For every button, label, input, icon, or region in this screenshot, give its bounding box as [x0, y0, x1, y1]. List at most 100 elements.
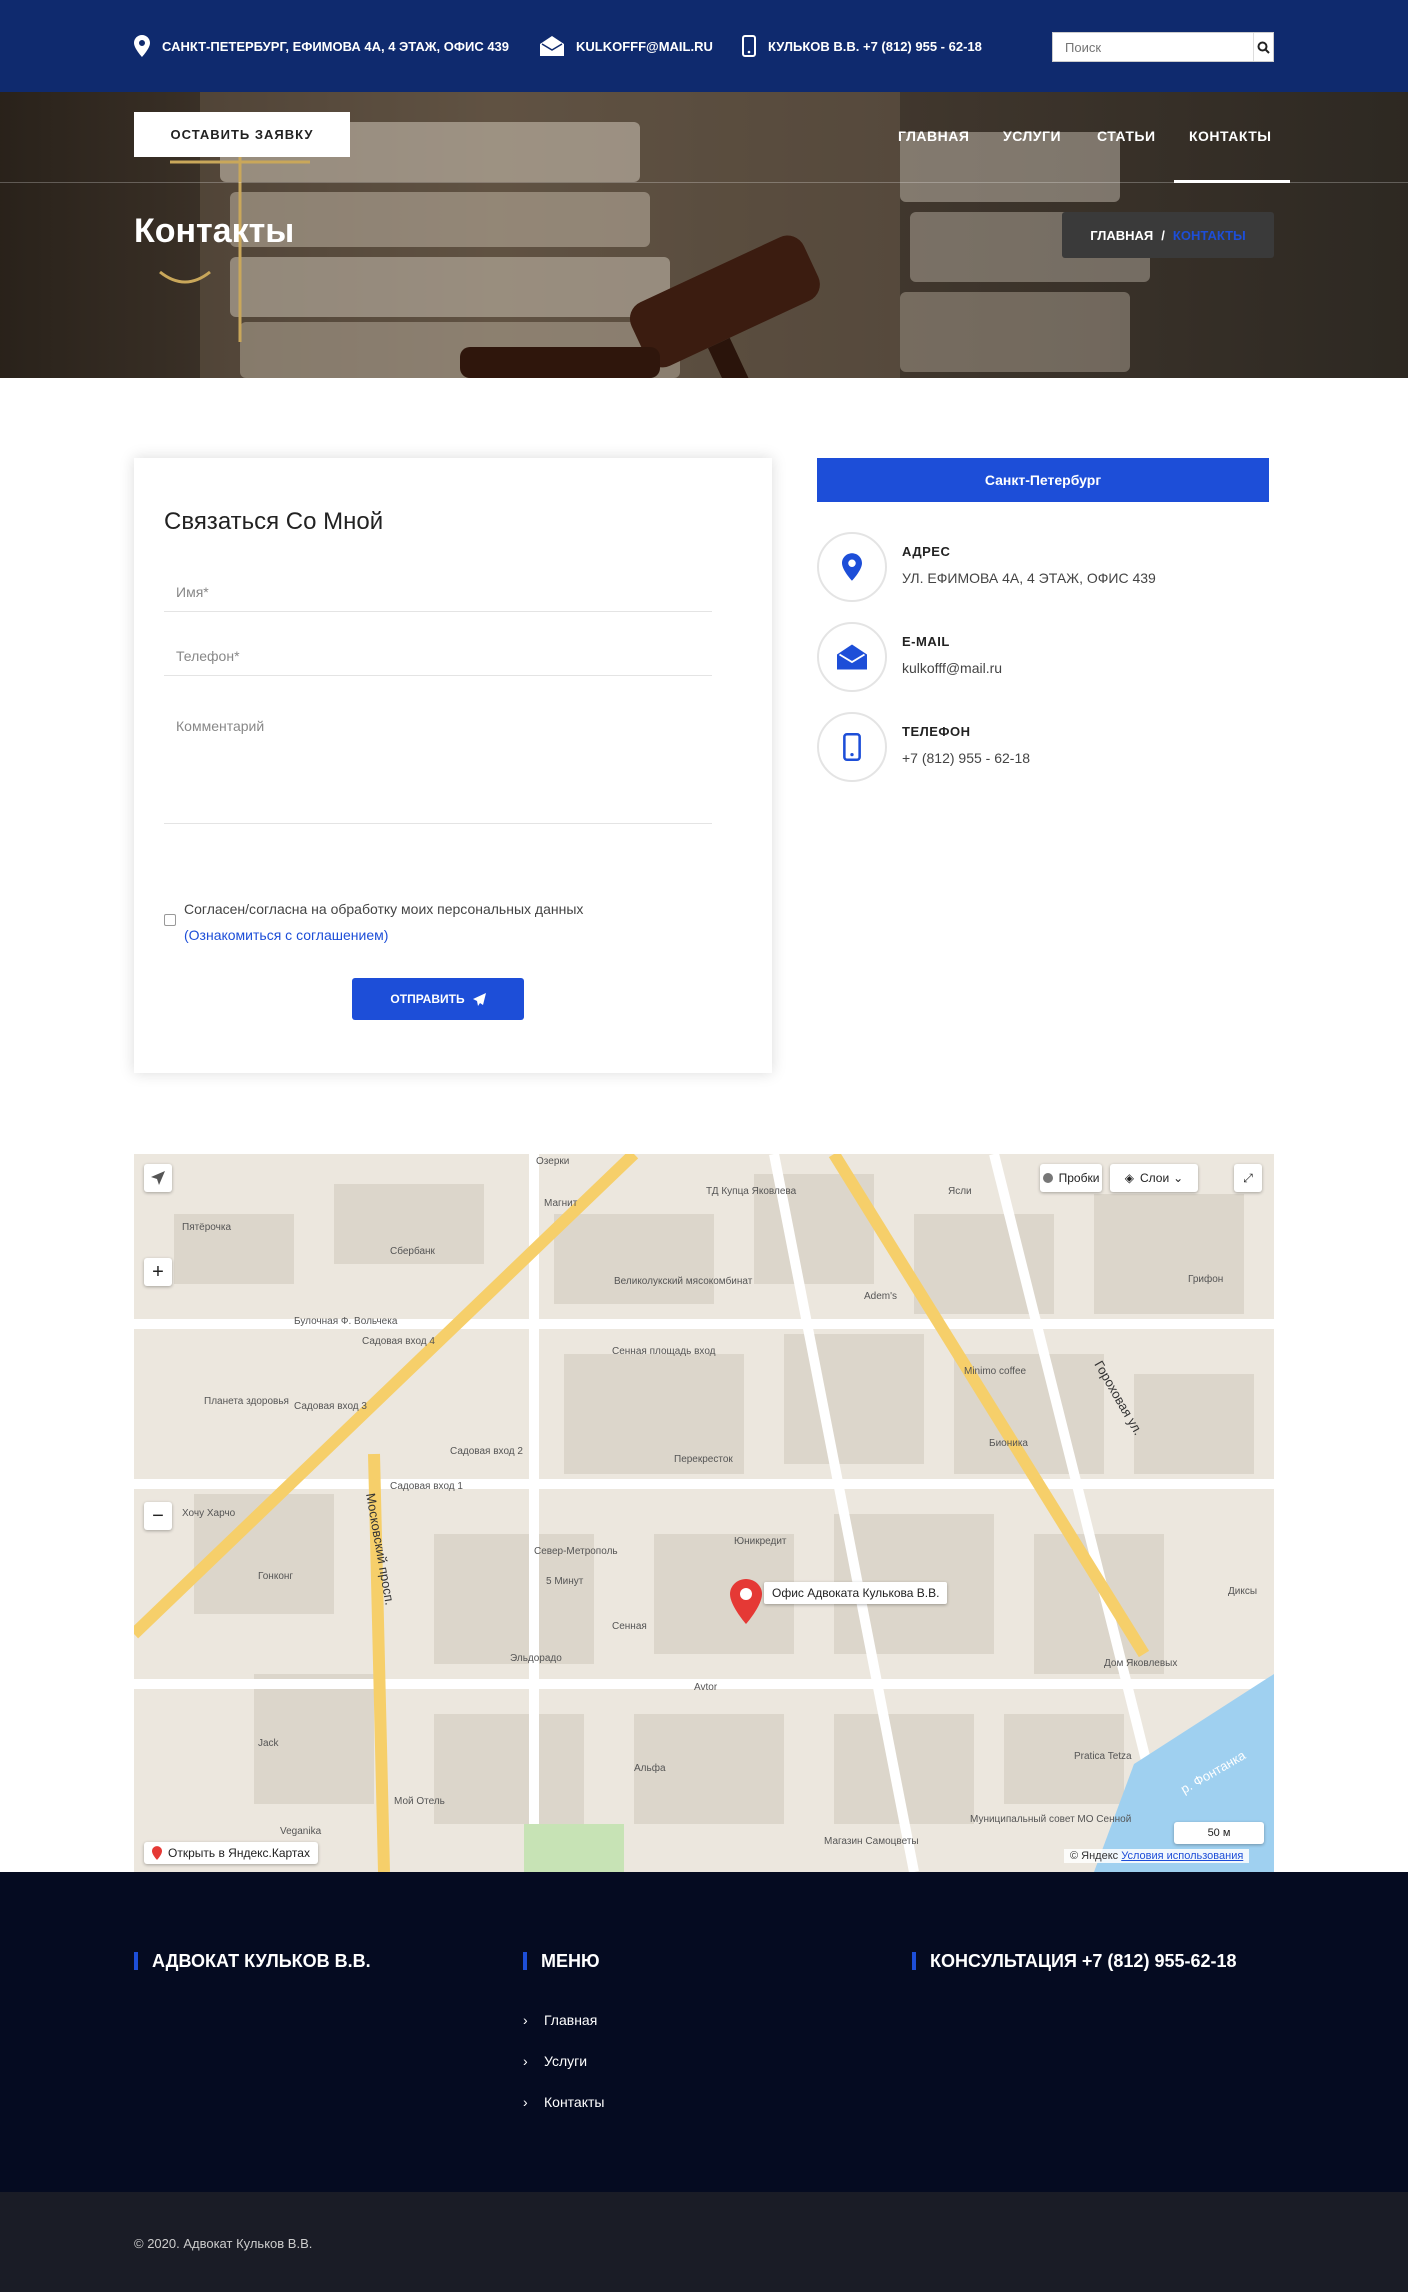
map-label-alfa: Альфа — [634, 1762, 666, 1774]
geolocation-button[interactable] — [144, 1164, 172, 1192]
zoom-out-button[interactable]: − — [144, 1502, 172, 1530]
request-button[interactable]: ОСТАВИТЬ ЗАЯВКУ — [134, 112, 350, 157]
contact-form-card: Связаться Со Мной Имя* Телефон* Коммента… — [134, 458, 772, 1073]
footer-menu-title: МЕНЮ — [523, 1952, 600, 1970]
open-in-yandex-link[interactable]: Открыть в Яндекс.Картах — [144, 1842, 318, 1864]
map-label-grifon: Грифон — [1188, 1273, 1223, 1285]
topbar-phone[interactable]: КУЛЬКОВ В.В. +7 (812) 955 - 62-18 — [742, 0, 982, 92]
name-field[interactable]: Имя* — [164, 570, 712, 612]
envelope-icon — [837, 644, 867, 670]
traffic-button[interactable]: Пробки — [1040, 1164, 1102, 1192]
map-label-sever: Север-Метрополь — [534, 1546, 618, 1557]
nav-item-articles[interactable]: СТАТЬИ — [1097, 128, 1156, 144]
traffic-icon — [1042, 1173, 1053, 1183]
map-label-td: ТД Купца Яковлева — [706, 1186, 797, 1197]
map-scale: 50 м — [1174, 1822, 1264, 1844]
phone-label: ТЕЛЕФОН — [902, 724, 971, 739]
map-label-yakovlev: Дом Яковлевых — [1104, 1658, 1177, 1669]
phone-icon-circle — [817, 712, 887, 782]
breadcrumb-separator: / — [1161, 227, 1165, 243]
agree-checkbox[interactable] — [164, 914, 176, 926]
map-label-avtor: Avtor — [694, 1682, 718, 1693]
yandex-map[interactable]: Озерки Магнит ТД Купца Яковлева Пятёрочк… — [134, 1154, 1274, 1872]
map-label-sadovaya2: Садовая вход 2 — [450, 1446, 523, 1457]
submit-button[interactable]: ОТПРАВИТЬ — [352, 978, 524, 1020]
map-terms-link[interactable]: Условия использования — [1121, 1850, 1243, 1862]
layers-icon: ◈ — [1124, 1171, 1134, 1185]
phone-value[interactable]: +7 (812) 955 - 62-18 — [902, 750, 1030, 766]
map-label-unicredit: Юникредит — [734, 1536, 787, 1547]
nav-active-indicator — [1174, 180, 1290, 183]
footer-consult-title: КОНСУЛЬТАЦИЯ +7 (812) 955-62-18 — [912, 1952, 1237, 1970]
office-pin-label[interactable]: Офис Адвоката Кулькова В.В. — [764, 1582, 948, 1604]
map-label-sennaya-sq: Сенная площадь вход — [612, 1346, 716, 1357]
fullscreen-button[interactable]: ⤢ — [1234, 1164, 1262, 1192]
map-tiles: Озерки Магнит ТД Купца Яковлева Пятёрочк… — [134, 1154, 1274, 1872]
comment-field[interactable]: Комментарий — [164, 698, 712, 824]
contact-address: АДРЕС УЛ. ЕФИМОВА 4А, 4 ЭТАЖ, ОФИС 439 — [817, 532, 1269, 604]
email-icon-circle — [817, 622, 887, 692]
map-label-bulochnaya: Булочная Ф. Вольчека — [294, 1316, 398, 1327]
footer-menu-label: Контакты — [544, 2094, 605, 2110]
map-label-diksy: Диксы — [1228, 1586, 1257, 1597]
chevron-right-icon: › — [523, 2012, 528, 2028]
layers-button[interactable]: ◈ Слои ⌄ — [1110, 1164, 1198, 1192]
email-value[interactable]: kulkofff@mail.ru — [902, 660, 1002, 676]
agreement-link[interactable]: (Ознакомиться с соглашением) — [184, 922, 583, 948]
address-value: УЛ. ЕФИМОВА 4А, 4 ЭТАЖ, ОФИС 439 — [902, 570, 1156, 586]
address-label: АДРЕС — [902, 544, 951, 559]
map-label-eldorado: Эльдорадо — [510, 1653, 562, 1664]
topbar-email[interactable]: KULKOFFF@MAIL.RU — [540, 0, 713, 92]
map-label-5min: 5 Минут — [546, 1576, 584, 1587]
map-label-minimo: Minimo coffee — [964, 1366, 1027, 1377]
map-label-gonkong: Гонконг — [258, 1571, 293, 1582]
map-label-samotsvety: Магазин Самоцветы — [824, 1836, 919, 1847]
mobile-phone-icon — [843, 733, 861, 761]
map-label-adems: Adem's — [864, 1291, 897, 1302]
copyright-bar: © 2020. Адвокат Кульков В.В. — [0, 2192, 1408, 2292]
map-copyright-text: © Яндекс — [1070, 1850, 1119, 1862]
search-button[interactable] — [1253, 33, 1273, 61]
zoom-in-button[interactable]: + — [144, 1258, 172, 1286]
footer-menu-label: Услуги — [544, 2053, 588, 2069]
zoom-out-icon: − — [152, 1504, 164, 1527]
search-input[interactable] — [1053, 33, 1253, 61]
map-pin-icon — [152, 1846, 162, 1860]
hero-banner: ОСТАВИТЬ ЗАЯВКУ ГЛАВНАЯ УСЛУГИ СТАТЬИ КО… — [0, 92, 1408, 378]
breadcrumb-home[interactable]: ГЛАВНАЯ — [1090, 228, 1153, 243]
nav-item-services[interactable]: УСЛУГИ — [1003, 128, 1061, 144]
map-copyright: © Яндекс Условия использования — [1064, 1849, 1250, 1863]
city-tab[interactable]: Санкт-Петербург — [817, 458, 1269, 502]
phone-field[interactable]: Телефон* — [164, 634, 712, 676]
map-label-magnit: Магнит — [544, 1198, 578, 1209]
address-icon-circle — [817, 532, 887, 602]
map-label-perekrestok: Перекресток — [674, 1454, 733, 1465]
paper-plane-icon — [472, 992, 486, 1006]
page-title: Контакты — [134, 212, 295, 250]
form-title: Связаться Со Мной — [164, 508, 384, 535]
map-label-hotel: Мой Отель — [394, 1796, 445, 1807]
email-label: E-MAIL — [902, 634, 950, 649]
layers-label: Слои — [1139, 1171, 1170, 1185]
map-label-pyaterochka: Пятёрочка — [182, 1222, 231, 1233]
footer-menu-label: Главная — [544, 2012, 598, 2028]
contact-email: E-MAIL kulkofff@mail.ru — [817, 622, 1269, 694]
map-pin-icon — [842, 553, 862, 581]
submit-label: ОТПРАВИТЬ — [390, 992, 465, 1006]
topbar-phone-text: КУЛЬКОВ В.В. +7 (812) 955 - 62-18 — [768, 38, 982, 54]
nav-item-home[interactable]: ГЛАВНАЯ — [898, 128, 969, 144]
map-pin-icon — [134, 35, 150, 57]
breadcrumb-current: КОНТАКТЫ — [1172, 227, 1246, 243]
map-label-sberbank: Сбербанк — [390, 1245, 436, 1257]
breadcrumb: ГЛАВНАЯ / КОНТАКТЫ — [1062, 212, 1274, 258]
top-bar: САНКТ-ПЕТЕРБУРГ, ЕФИМОВА 4А, 4 ЭТАЖ, ОФИ… — [0, 0, 1408, 92]
chevron-right-icon: › — [523, 2094, 528, 2110]
comment-placeholder: Комментарий — [176, 718, 265, 734]
zoom-in-icon: + — [152, 1260, 164, 1283]
map-label-sadovaya1: Садовая вход 1 — [390, 1481, 463, 1492]
nav-item-contacts[interactable]: КОНТАКТЫ — [1189, 128, 1271, 144]
map-label-meat: Великолукский мясокомбинат — [614, 1275, 753, 1287]
map-label-yasli: Ясли — [948, 1186, 972, 1197]
search-icon — [1257, 41, 1270, 54]
mobile-phone-icon — [742, 35, 756, 57]
